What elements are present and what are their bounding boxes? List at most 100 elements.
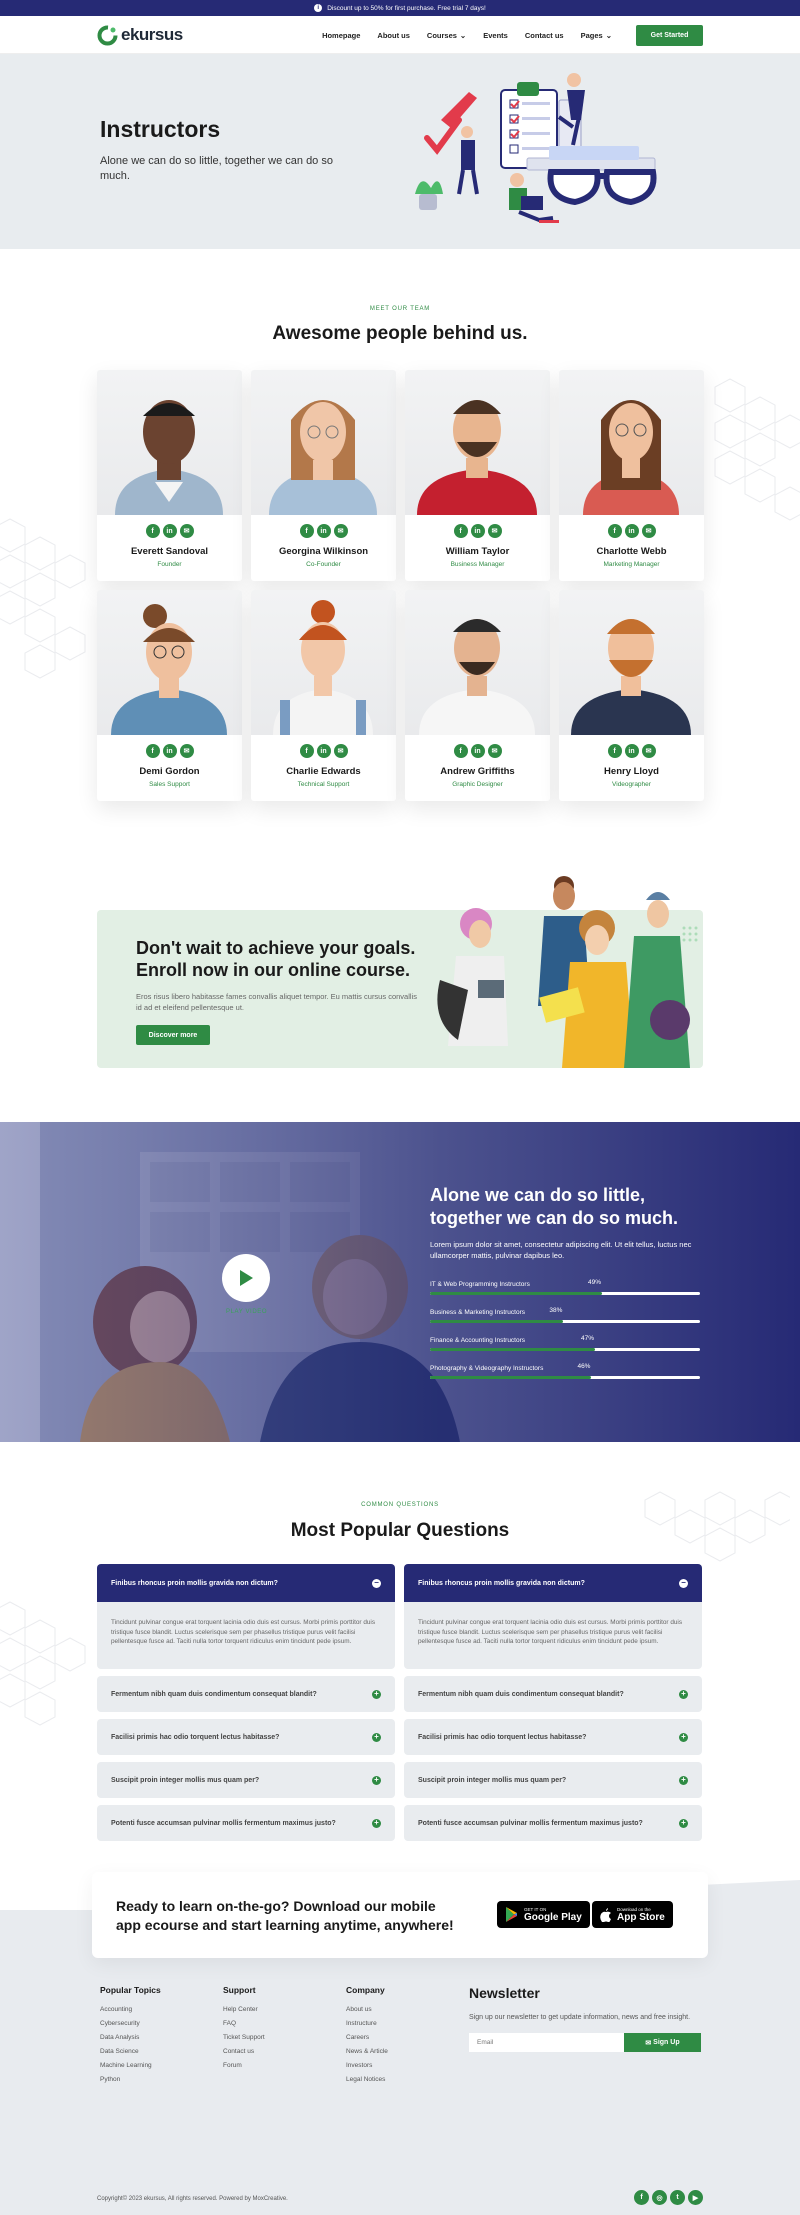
- hero-subtitle: Alone we can do so little, together we c…: [100, 155, 333, 182]
- email-icon[interactable]: ✉: [179, 744, 194, 758]
- facebook-icon[interactable]: f: [453, 744, 468, 758]
- member-role: Co-Founder: [306, 561, 341, 568]
- faq-question: Fermentum nibh quam duis condimentum con…: [111, 1690, 317, 1698]
- skills-text: Lorem ipsum dolor sit amet, consectetur …: [430, 1240, 692, 1260]
- nav-pages[interactable]: Pages ⌄: [581, 31, 612, 40]
- facebook-icon[interactable]: f: [453, 524, 468, 538]
- email-icon[interactable]: ✉: [487, 744, 502, 758]
- team-card: f in ✉ Charlie Edwards Technical Support: [251, 590, 396, 801]
- plus-icon: +: [679, 1775, 688, 1785]
- facebook-icon[interactable]: f: [145, 744, 160, 758]
- chevron-down-icon: ⌄: [605, 30, 612, 40]
- faq-question: Facilisi primis hac odio torquent lectus…: [418, 1733, 587, 1741]
- nav-homepage[interactable]: Homepage: [322, 31, 360, 40]
- faq-item[interactable]: Facilisi primis hac odio torquent lectus…: [404, 1719, 702, 1755]
- footer-link[interactable]: Contact us: [223, 2048, 265, 2055]
- footer-link[interactable]: Data Analysis: [100, 2034, 161, 2041]
- linkedin-icon[interactable]: in: [316, 524, 331, 538]
- linkedin-icon[interactable]: in: [316, 744, 331, 758]
- nav-contact-us[interactable]: Contact us: [525, 31, 564, 40]
- linkedin-icon[interactable]: in: [162, 524, 177, 538]
- footer-link[interactable]: Investors: [346, 2062, 388, 2069]
- email-icon[interactable]: ✉: [641, 744, 656, 758]
- linkedin-icon[interactable]: in: [470, 524, 485, 538]
- footer-link[interactable]: News & Article: [346, 2048, 388, 2055]
- facebook-icon[interactable]: f: [607, 524, 622, 538]
- sign-up-button[interactable]: ✉ Sign Up: [624, 2033, 701, 2052]
- linkedin-icon[interactable]: in: [624, 744, 639, 758]
- member-name: Charlotte Webb: [596, 546, 667, 557]
- copyright: Copyright© 2023 ekursus, All rights rese…: [97, 2196, 288, 2202]
- social-links: f in ✉: [97, 524, 242, 538]
- nav-events[interactable]: Events: [483, 31, 508, 40]
- footer-col-company: Company About us Instructure Careers New…: [346, 1985, 388, 2090]
- footer-link[interactable]: Legal Notices: [346, 2076, 388, 2083]
- email-input[interactable]: [469, 2033, 624, 2052]
- email-icon[interactable]: ✉: [333, 744, 348, 758]
- faq-item[interactable]: Fermentum nibh quam duis condimentum con…: [404, 1676, 702, 1712]
- faq-item-open[interactable]: Finibus rhoncus proin mollis gravida non…: [97, 1564, 395, 1602]
- footer-link[interactable]: Instructure: [346, 2020, 388, 2027]
- faq-answer: Tincidunt pulvinar congue erat torquent …: [97, 1602, 395, 1669]
- faq-item[interactable]: Fermentum nibh quam duis condimentum con…: [97, 1676, 395, 1712]
- discover-more-button[interactable]: Discover more: [136, 1025, 210, 1045]
- linkedin-icon[interactable]: in: [470, 744, 485, 758]
- faq-item[interactable]: Suscipit proin integer mollis mus quam p…: [404, 1762, 702, 1798]
- facebook-icon[interactable]: f: [145, 524, 160, 538]
- nav-courses[interactable]: Courses ⌄: [427, 31, 466, 40]
- twitter-icon[interactable]: t: [670, 2190, 685, 2205]
- faq-item[interactable]: Potenti fusce accumsan pulvinar mollis f…: [97, 1805, 395, 1841]
- faq-item[interactable]: Suscipit proin integer mollis mus quam p…: [97, 1762, 395, 1798]
- footer-link[interactable]: Forum: [223, 2062, 265, 2069]
- progress-label: Finance & Accounting Instructors: [430, 1337, 526, 1344]
- facebook-icon[interactable]: f: [299, 744, 314, 758]
- footer-link[interactable]: Help Center: [223, 2006, 265, 2013]
- play-video-button[interactable]: [222, 1254, 270, 1302]
- member-name: William Taylor: [445, 546, 510, 557]
- facebook-icon[interactable]: f: [607, 744, 622, 758]
- footer-link[interactable]: Careers: [346, 2034, 388, 2041]
- footer-link[interactable]: About us: [346, 2006, 388, 2013]
- email-icon[interactable]: ✉: [179, 524, 194, 538]
- get-started-button[interactable]: Get Started: [636, 24, 703, 46]
- info-icon: i: [314, 4, 323, 12]
- linkedin-icon[interactable]: in: [162, 744, 177, 758]
- linkedin-icon[interactable]: in: [624, 524, 639, 538]
- footer-link[interactable]: FAQ: [223, 2020, 265, 2027]
- facebook-icon[interactable]: f: [299, 524, 314, 538]
- main-nav: Homepage About us Courses ⌄ Events Contac…: [322, 31, 612, 40]
- minus-icon: −: [372, 1578, 381, 1588]
- email-icon[interactable]: ✉: [333, 524, 348, 538]
- email-icon[interactable]: ✉: [487, 524, 502, 538]
- team-photo: [405, 590, 550, 735]
- footer-link[interactable]: Data Science: [100, 2048, 161, 2055]
- sign-up-label: Sign Up: [653, 2039, 680, 2046]
- footer-link[interactable]: Python: [100, 2076, 161, 2083]
- footer-link[interactable]: Cybersecurity: [100, 2020, 161, 2027]
- footer-link[interactable]: Machine Learning: [100, 2062, 161, 2069]
- faq-item[interactable]: Potenti fusce accumsan pulvinar mollis f…: [404, 1805, 702, 1841]
- nav-about-us[interactable]: About us: [377, 31, 410, 40]
- footer-link[interactable]: Ticket Support: [223, 2034, 265, 2041]
- apple-icon: [600, 1907, 611, 1922]
- member-name: Andrew Griffiths: [440, 766, 515, 777]
- faq-item-open[interactable]: Finibus rhoncus proin mollis gravida non…: [404, 1564, 702, 1602]
- email-icon[interactable]: ✉: [641, 524, 656, 538]
- chevron-down-icon: ⌄: [459, 30, 467, 40]
- facebook-icon[interactable]: f: [634, 2190, 649, 2205]
- logo[interactable]: ekursus: [97, 25, 183, 46]
- instagram-icon[interactable]: ◎: [652, 2190, 667, 2205]
- app-store-button[interactable]: Download on the App Store: [592, 1901, 673, 1928]
- faq-question: Finibus rhoncus proin mollis gravida non…: [111, 1579, 278, 1587]
- plus-icon: +: [372, 1775, 381, 1785]
- youtube-icon[interactable]: ▶: [688, 2190, 703, 2205]
- faq-question: Potenti fusce accumsan pulvinar mollis f…: [418, 1819, 643, 1827]
- progress-label: Photography & Videography Instructors: [430, 1365, 544, 1372]
- progress-fill: [430, 1320, 564, 1323]
- faq-item[interactable]: Facilisi primis hac odio torquent lectus…: [97, 1719, 395, 1755]
- progress-fill: [430, 1376, 592, 1379]
- skills-section: PLAY VIDEO Alone we can do so little, to…: [0, 1122, 800, 1442]
- footer-link[interactable]: Accounting: [100, 2006, 161, 2013]
- google-play-button[interactable]: GET IT ON Google Play: [497, 1901, 590, 1928]
- plus-icon: +: [679, 1732, 688, 1742]
